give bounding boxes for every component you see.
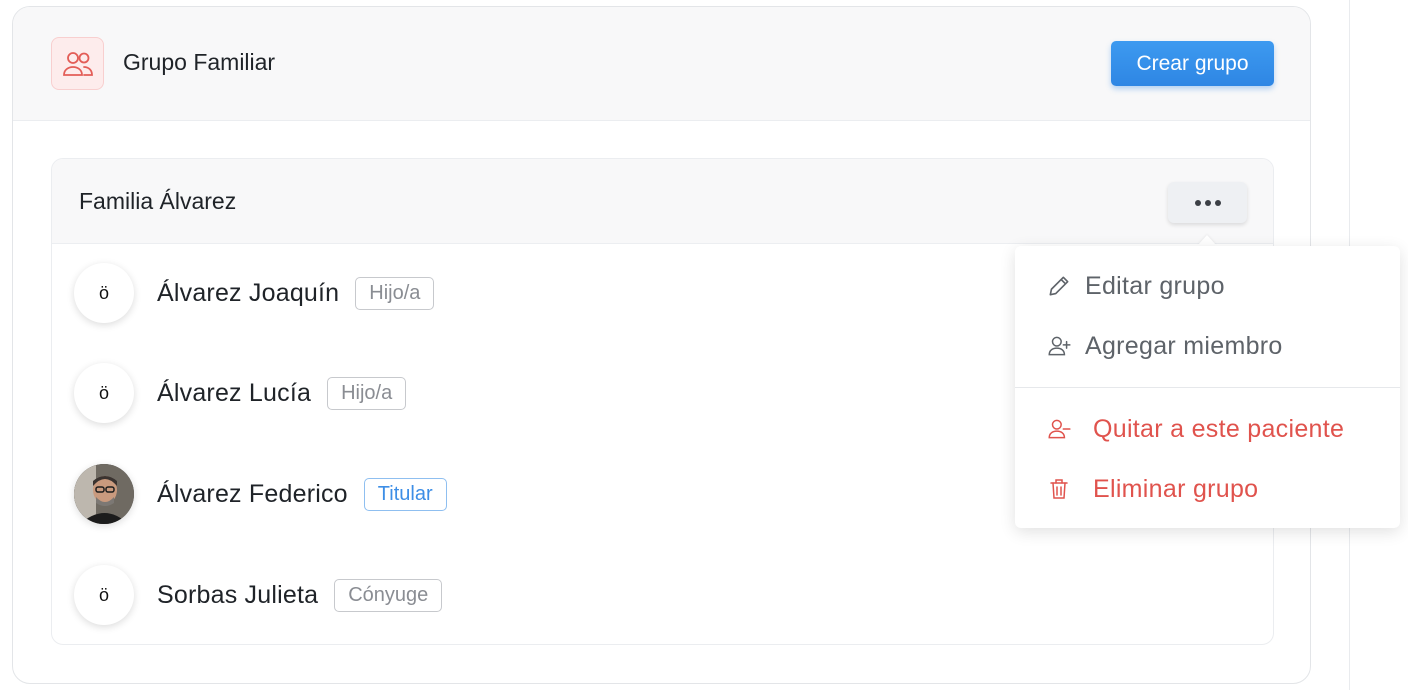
member-row[interactable]: ö Sorbas Julieta Cónyuge	[74, 564, 674, 626]
pencil-icon	[1045, 272, 1073, 300]
member-name: Álvarez Lucía	[157, 378, 312, 407]
user-plus-icon	[1045, 332, 1073, 360]
menu-item-label: Editar grupo	[1085, 271, 1225, 300]
member-name: Álvarez Joaquín	[157, 278, 340, 307]
avatar: ö	[74, 263, 134, 323]
page-title: Grupo Familiar	[123, 49, 276, 75]
role-badge: Cónyuge	[334, 578, 443, 612]
avatar: ö	[74, 565, 134, 625]
group-actions-menu: Editar grupo Agregar miembro Quitar a es…	[1015, 246, 1400, 528]
more-dot-icon	[1204, 199, 1211, 206]
menu-caret	[1198, 235, 1216, 245]
user-minus-icon	[1045, 415, 1073, 443]
menu-item-label: Eliminar grupo	[1093, 474, 1259, 503]
more-options-button[interactable]	[1168, 182, 1247, 223]
role-badge: Hijo/a	[355, 276, 435, 310]
more-dot-icon	[1194, 199, 1201, 206]
member-name: Álvarez Federico	[157, 479, 348, 508]
family-title: Familia Álvarez	[79, 188, 237, 214]
card-header: Grupo Familiar Crear grupo	[13, 7, 1310, 121]
role-badge: Hijo/a	[327, 376, 407, 410]
trash-icon	[1045, 475, 1073, 503]
create-group-button[interactable]: Crear grupo	[1111, 41, 1274, 86]
avatar: ö	[74, 363, 134, 423]
menu-item-add-member[interactable]: Agregar miembro	[1015, 318, 1400, 374]
member-row[interactable]: Álvarez Federico Titular	[74, 463, 674, 525]
menu-item-label: Quitar a este paciente	[1093, 414, 1345, 443]
more-dot-icon	[1214, 199, 1221, 206]
family-header: Familia Álvarez	[52, 159, 1273, 244]
menu-item-edit-group[interactable]: Editar grupo	[1015, 258, 1400, 314]
member-name: Sorbas Julieta	[157, 580, 319, 609]
users-icon	[51, 37, 104, 90]
menu-item-label: Agregar miembro	[1085, 331, 1283, 360]
role-badge-titular: Titular	[363, 477, 447, 511]
menu-item-remove-patient[interactable]: Quitar a este paciente	[1015, 401, 1400, 457]
member-row[interactable]: ö Álvarez Lucía Hijo/a	[74, 362, 674, 424]
avatar-photo	[74, 464, 134, 524]
menu-item-delete-group[interactable]: Eliminar grupo	[1015, 461, 1400, 517]
member-row[interactable]: ö Álvarez Joaquín Hijo/a	[74, 262, 674, 324]
menu-divider	[1015, 387, 1400, 388]
